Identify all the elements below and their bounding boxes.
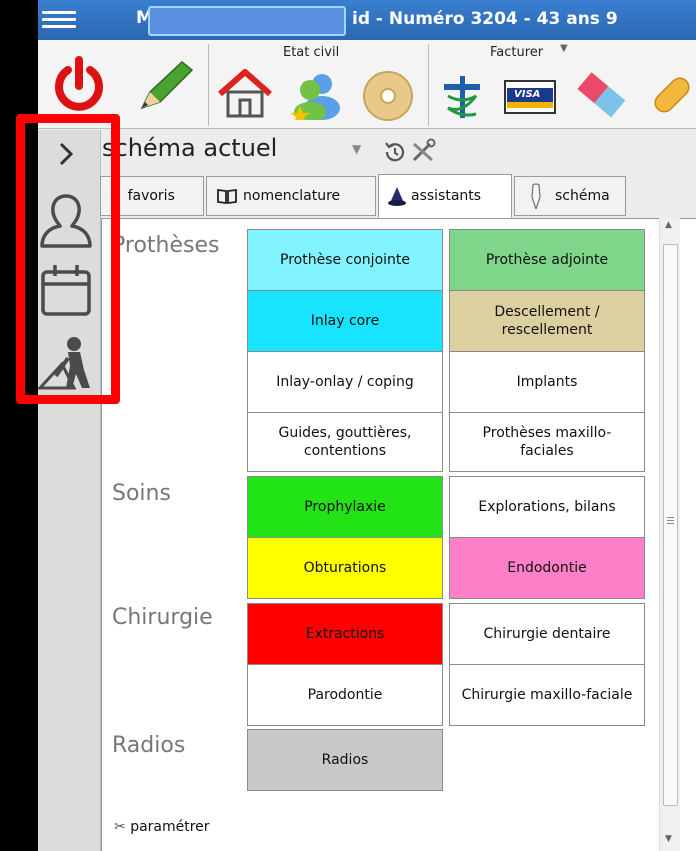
obturations-button[interactable]: Obturations (247, 537, 443, 599)
parodontie-button[interactable]: Parodontie (247, 664, 443, 726)
tab-assistants[interactable]: assistants (378, 174, 512, 218)
pencil-icon[interactable] (136, 58, 196, 114)
users-icon[interactable] (288, 70, 346, 120)
tab-nomenclature-label: nomenclature (243, 188, 341, 204)
scroll-up-icon[interactable]: ▲ (665, 220, 672, 230)
tab-schema-label: schéma (555, 188, 610, 204)
construction-worker-icon[interactable] (38, 334, 96, 390)
eraser-icon[interactable] (572, 68, 632, 120)
prothese-conjointe-button[interactable]: Prothèse conjointe (247, 229, 443, 291)
application-window: M id - Numéro 3204 - 43 ans 9 Etat civil (38, 0, 696, 851)
vertical-scrollbar[interactable]: ▲ ▼ (659, 218, 680, 851)
radios-button[interactable]: Radios (247, 729, 443, 791)
power-icon[interactable] (52, 56, 106, 114)
parametrer-label: paramétrer (130, 819, 210, 835)
calendar-icon[interactable] (40, 262, 92, 318)
chirurgie-dentaire-button[interactable]: Chirurgie dentaire (449, 603, 645, 665)
schema-bar: schéma actuel ▼ (100, 130, 696, 172)
star-icon: ☆ (109, 188, 122, 204)
redacted-patient-name (148, 6, 346, 36)
left-sidebar (38, 130, 101, 851)
expand-chevron-icon[interactable] (56, 140, 76, 168)
guides-gouttieres-button[interactable]: Guides, gouttières, contentions (247, 412, 443, 472)
caduceus-icon[interactable] (440, 74, 484, 120)
section-protheses: Prothèses (112, 233, 220, 258)
extractions-button[interactable]: Extractions (247, 603, 443, 665)
wizard-hat-icon (388, 187, 406, 206)
tab-favoris-label: favoris (127, 188, 175, 204)
tooth-icon (531, 183, 541, 209)
title-bar: M id - Numéro 3204 - 43 ans 9 (38, 0, 696, 40)
patient-icon[interactable] (40, 192, 92, 250)
prothese-adjointe-button[interactable]: Prothèse adjointe (449, 229, 645, 291)
scrollbar-thumb[interactable] (663, 244, 678, 806)
visa-label: VISA (514, 89, 541, 100)
assistants-panel: Prothèses Soins Chirurgie Radios Prothès… (101, 218, 696, 851)
hamburger-menu-icon[interactable] (42, 8, 76, 32)
tools-icon[interactable] (410, 138, 436, 164)
parametrer-link[interactable]: ✂ paramétrer (114, 819, 210, 835)
section-chirurgie: Chirurgie (112, 605, 213, 630)
tab-favoris[interactable]: ☆ favoris (100, 176, 204, 216)
schema-title[interactable]: schéma actuel (102, 134, 277, 162)
book-icon (217, 188, 237, 205)
inlay-core-button[interactable]: Inlay core (247, 290, 443, 352)
endodontie-button[interactable]: Endodontie (449, 537, 645, 599)
prophylaxie-button[interactable]: Prophylaxie (247, 476, 443, 538)
disc-icon[interactable] (360, 70, 416, 122)
chirurgie-maxillo-faciale-button[interactable]: Chirurgie maxillo-faciale (449, 664, 645, 726)
etat-civil-label[interactable]: Etat civil (283, 45, 339, 60)
explorations-bilans-button[interactable]: Explorations, bilans (449, 476, 645, 538)
tools-small-icon: ✂ (114, 819, 126, 835)
descellement-button[interactable]: Descellement / rescellement (449, 290, 645, 352)
toolbar: Etat civil Facturer ▼ VISA (38, 40, 696, 129)
facturer-dropdown-icon[interactable]: ▼ (560, 43, 568, 54)
pill-icon[interactable] (648, 70, 696, 120)
tab-assistants-label: assistants (411, 188, 482, 204)
facturer-label[interactable]: Facturer (490, 45, 543, 60)
protheses-maxillo-faciales-button[interactable]: Prothèses maxillo-faciales (449, 412, 645, 472)
schema-dropdown-icon[interactable]: ▼ (352, 142, 361, 156)
implants-button[interactable]: Implants (449, 351, 645, 413)
window-title: id - Numéro 3204 - 43 ans 9 (352, 9, 618, 29)
home-icon[interactable] (216, 68, 274, 118)
section-radios: Radios (112, 733, 186, 758)
tab-nomenclature[interactable]: nomenclature (206, 176, 376, 216)
history-icon[interactable] (382, 140, 406, 164)
scroll-down-icon[interactable]: ▼ (665, 834, 672, 844)
section-soins: Soins (112, 481, 171, 506)
inlay-onlay-button[interactable]: Inlay-onlay / coping (247, 351, 443, 413)
tab-schema[interactable]: schéma (514, 176, 626, 216)
